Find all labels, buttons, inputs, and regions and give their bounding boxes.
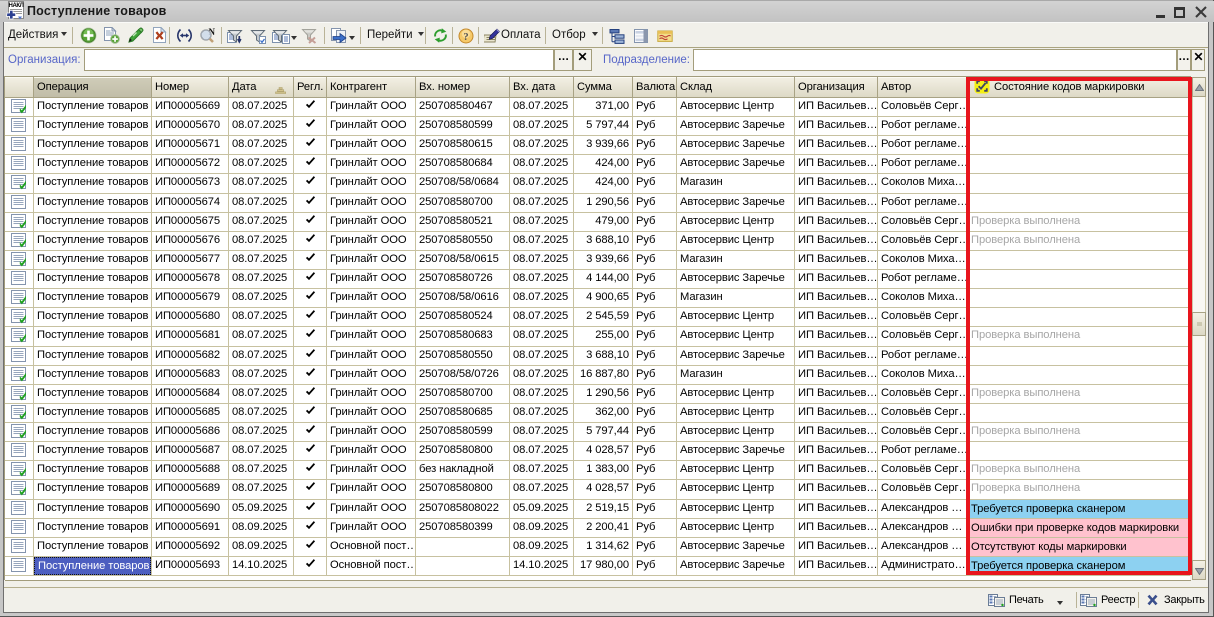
svg-text:?: ? — [463, 32, 468, 43]
svg-text:НАКЛ: НАКЛ — [9, 3, 24, 9]
